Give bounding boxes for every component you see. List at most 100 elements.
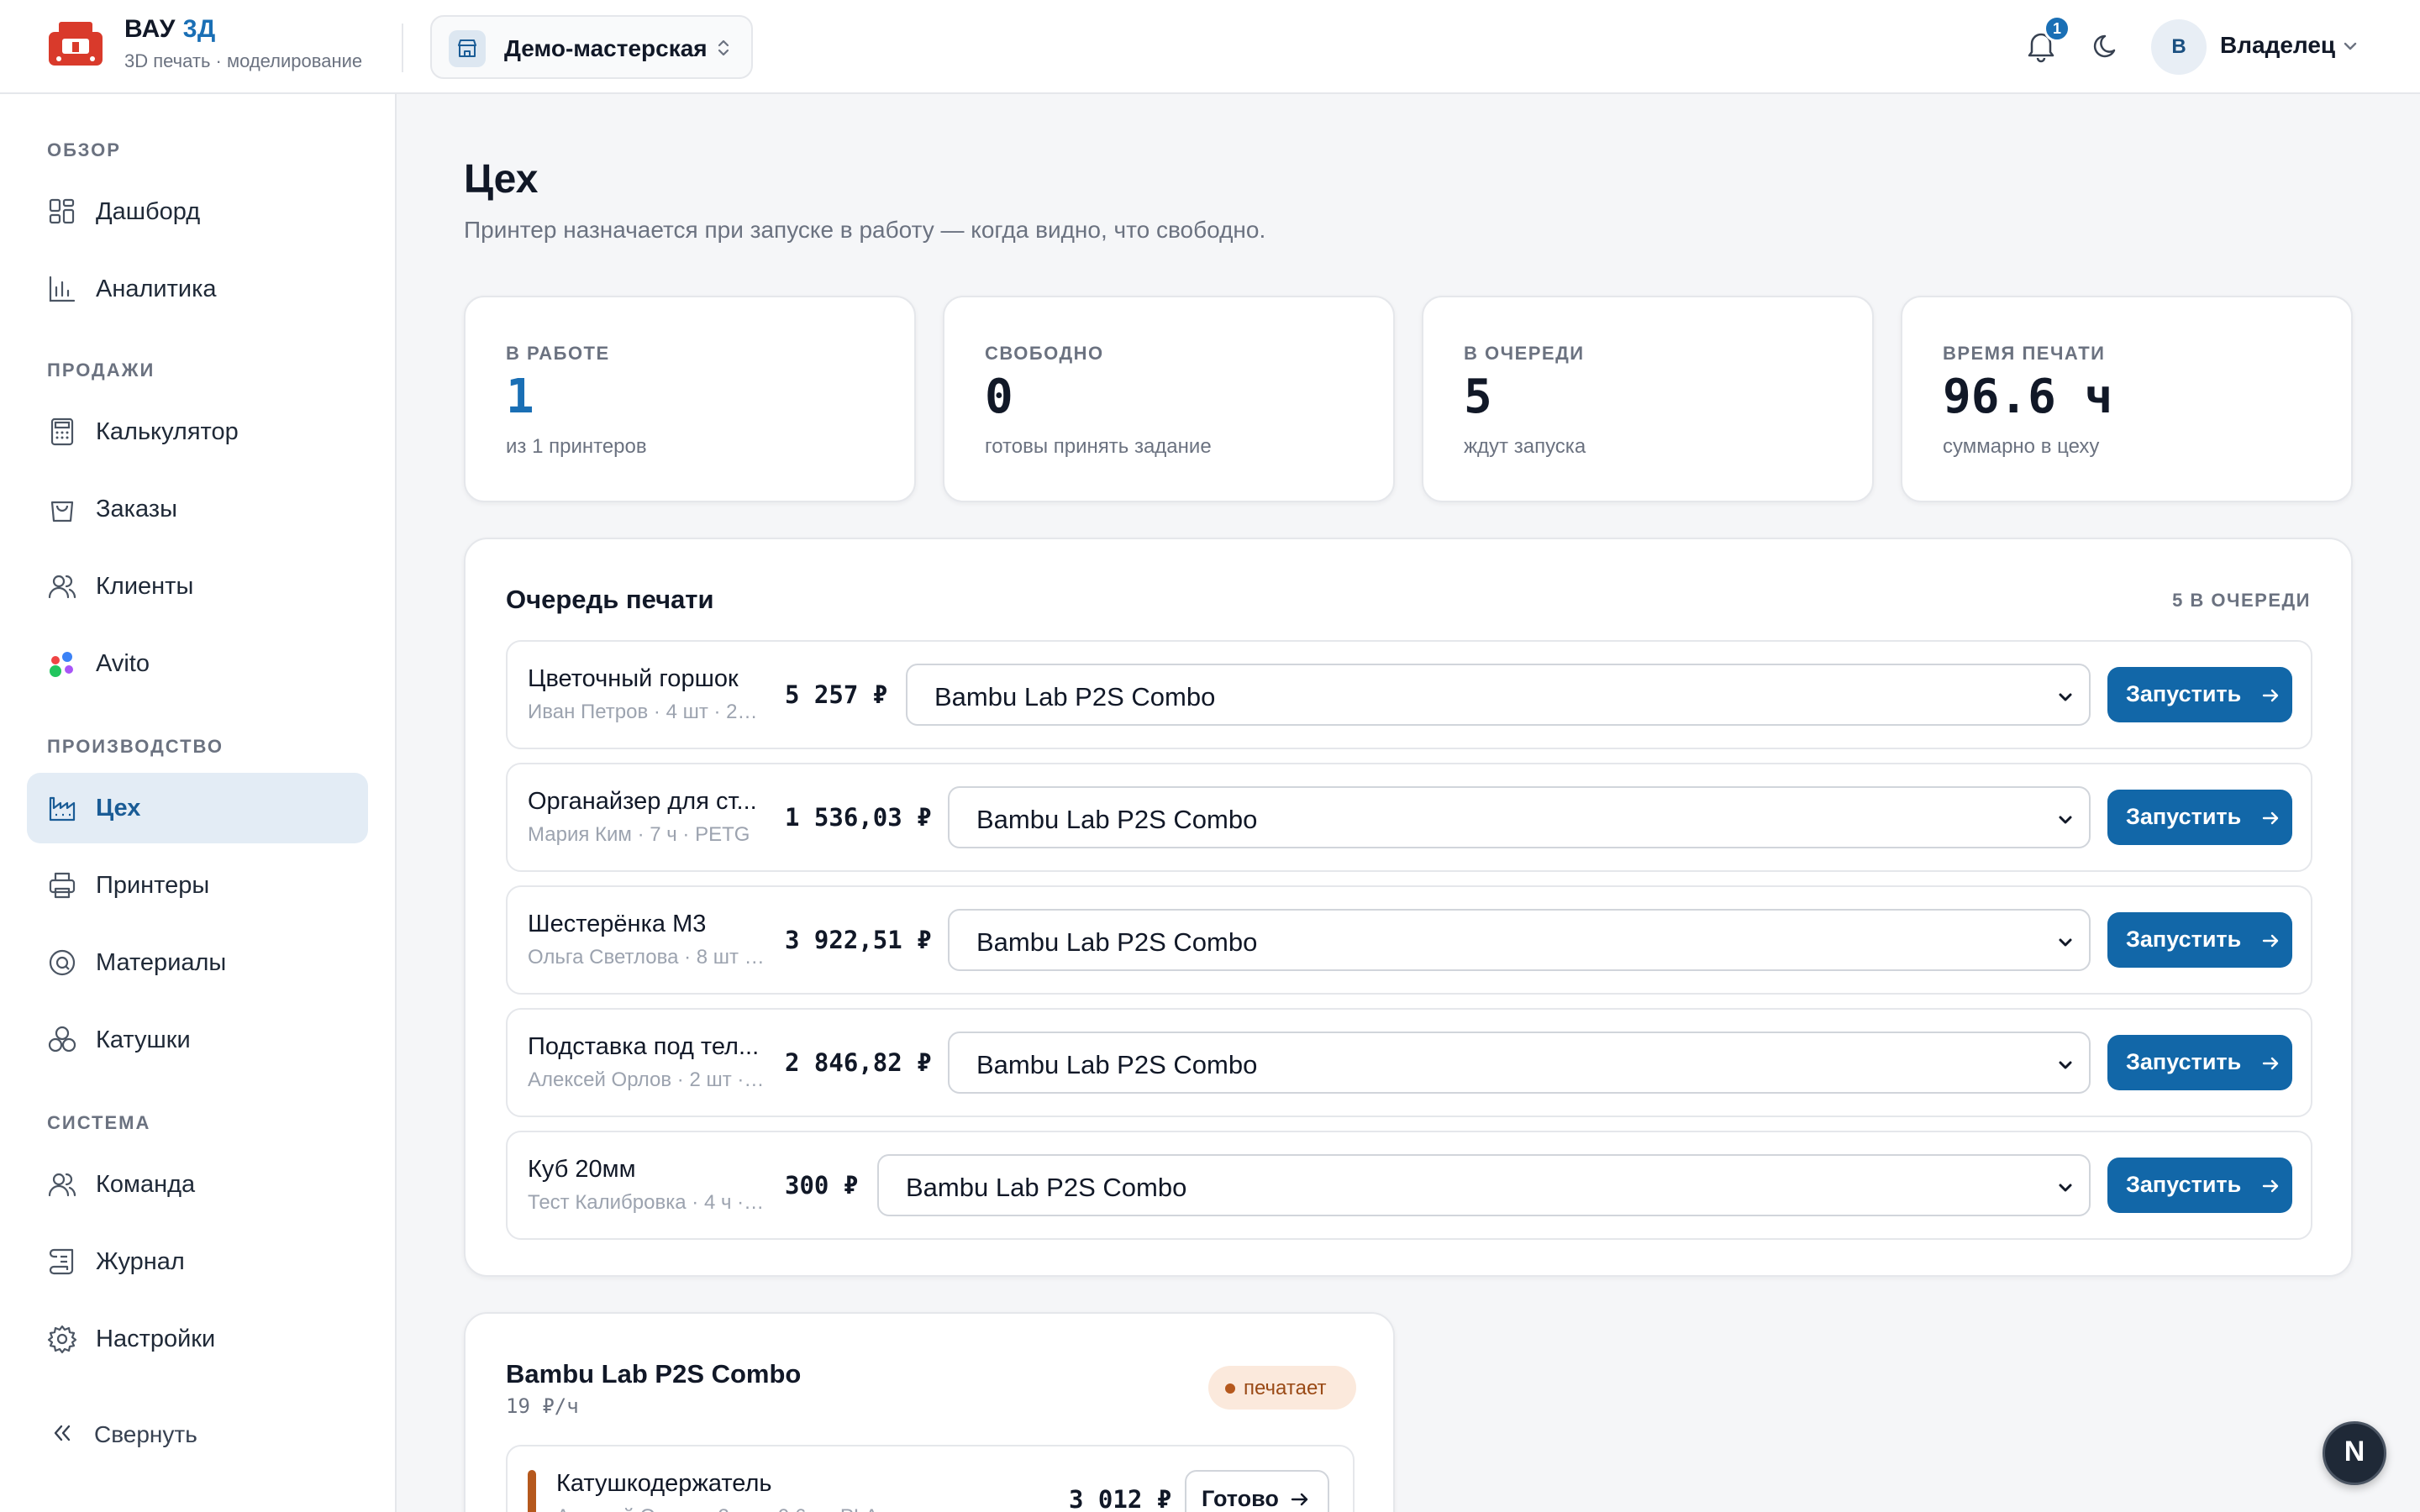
job-progress-bar <box>528 1470 536 1512</box>
sidebar-item-spools[interactable]: Катушки <box>27 1005 368 1075</box>
job-price: 1 536,03 ₽ <box>785 803 932 832</box>
stat-label: ВРЕМЯ ПЕЧАТИ <box>1943 343 2106 364</box>
sidebar-item-label: Журнал <box>96 1248 185 1275</box>
job-meta: Иван Петров · 4 шт · 26 ... <box>528 701 765 723</box>
logo-icon[interactable] <box>47 20 104 71</box>
launch-button[interactable]: Запустить <box>2107 790 2292 845</box>
sidebar-item-dashboard[interactable]: Дашборд <box>27 176 368 247</box>
avatar[interactable]: В <box>2151 19 2207 75</box>
launch-label: Запустить <box>2126 681 2242 706</box>
sidebar-item-materials[interactable]: Материалы <box>27 927 368 998</box>
stat-value: 96.6 ч <box>1943 370 2113 424</box>
queue-title: Очередь печати <box>506 585 714 614</box>
moon-icon[interactable] <box>2089 29 2124 64</box>
sidebar-item-calculator[interactable]: Калькулятор <box>27 396 368 467</box>
job-meta: Мария Ким · 7 ч · PETG <box>528 823 750 846</box>
printer-select[interactable]: Bambu Lab P2S Combo <box>948 1032 2091 1094</box>
launch-label: Запустить <box>2126 1172 2242 1197</box>
sidebar-item-label: Цех <box>96 795 141 822</box>
printer-name: Bambu Lab P2S Combo <box>506 1359 802 1389</box>
avito-icon <box>45 647 79 680</box>
stat-sub: из 1 принтеров <box>506 435 647 458</box>
printer-select[interactable]: Bambu Lab P2S Combo <box>948 786 2091 848</box>
page-subtitle: Принтер назначается при запуске в работу… <box>464 217 1266 243</box>
job-meta: Тест Калибровка · 4 ч · ... <box>528 1191 765 1214</box>
dev-tools-button[interactable]: N <box>2323 1421 2386 1485</box>
printer-select[interactable]: Bambu Lab P2S Combo <box>877 1154 2091 1216</box>
stat-label: СВОБОДНО <box>985 343 1104 364</box>
launch-label: Запустить <box>2126 927 2242 952</box>
job-name: Куб 20мм <box>528 1156 636 1183</box>
launch-button[interactable]: Запустить <box>2107 667 2292 722</box>
job-price: 2 846,82 ₽ <box>785 1048 932 1077</box>
page-title: Цех <box>464 157 539 202</box>
sidebar-item-clients[interactable]: Клиенты <box>27 551 368 622</box>
job-price: 5 257 ₽ <box>785 680 888 709</box>
sidebar-section-title: ПРОИЗВОДСТВО <box>47 736 224 757</box>
sidebar-item-analytics[interactable]: Аналитика <box>27 254 368 324</box>
fab-label: N <box>2344 1436 2365 1467</box>
team-icon <box>45 1168 79 1201</box>
sidebar-item-journal[interactable]: Журнал <box>27 1226 368 1297</box>
user-name[interactable]: Владелец <box>2220 32 2335 59</box>
sidebar-item-label: Материалы <box>96 949 227 976</box>
queue-row: Подставка под тел... Алексей Орлов · 2 ш… <box>506 1008 2312 1117</box>
sidebar: ОБЗОР Дашборд Аналитика ПРОДАЖИ Калькуля… <box>0 94 397 1512</box>
launch-label: Запустить <box>2126 1049 2242 1074</box>
printer-select[interactable]: Bambu Lab P2S Combo <box>906 664 2091 726</box>
chevrons-left-icon <box>47 1418 77 1448</box>
job-price: 300 ₽ <box>785 1171 859 1200</box>
brand-name: ВАУ 3Д <box>124 15 216 43</box>
header-divider <box>402 24 403 72</box>
sidebar-item-label: Калькулятор <box>96 418 239 445</box>
print-queue-card: Очередь печати 5 В ОЧЕРЕДИ Цветочный гор… <box>464 538 2353 1277</box>
printer-select-value: Bambu Lab P2S Combo <box>976 927 1258 957</box>
sidebar-item-label: Катушки <box>96 1026 191 1053</box>
queue-row: Куб 20мм Тест Калибровка · 4 ч · ... 300… <box>506 1131 2312 1240</box>
job-meta: Алексей Орлов · 2 шт · 9.6 ч · PLA <box>556 1505 878 1512</box>
sidebar-item-label: Клиенты <box>96 573 194 600</box>
printer-rate: 19 ₽/ч <box>506 1394 579 1418</box>
sidebar-item-avito[interactable]: Avito <box>27 628 368 699</box>
queue-row: Шестерёнка М3 Ольга Светлова · 8 шт · ..… <box>506 885 2312 995</box>
job-name: Катушкодержатель <box>556 1470 772 1497</box>
collapse-label: Свернуть <box>94 1421 197 1447</box>
stat-card-free: СВОБОДНО 0 готовы принять задание <box>943 296 1395 502</box>
queue-row: Цветочный горшок Иван Петров · 4 шт · 26… <box>506 640 2312 749</box>
printer-icon <box>45 869 79 902</box>
status-dot <box>1225 1383 1235 1394</box>
stat-sub: суммарно в цеху <box>1943 435 2100 458</box>
job-price: 3 922,51 ₽ <box>785 926 932 954</box>
sidebar-item-label: Настройки <box>96 1326 216 1352</box>
sidebar-item-orders[interactable]: Заказы <box>27 474 368 544</box>
scroll-icon <box>45 1245 79 1278</box>
launch-button[interactable]: Запустить <box>2107 1035 2292 1090</box>
sidebar-item-label: Принтеры <box>96 872 210 899</box>
stat-value: 5 <box>1464 370 1492 424</box>
workspace-switcher[interactable]: Демо-мастерская <box>430 15 753 79</box>
store-icon <box>449 30 486 67</box>
printer-select[interactable]: Bambu Lab P2S Combo <box>948 909 2091 971</box>
sidebar-item-label: Команда <box>96 1171 196 1198</box>
launch-button[interactable]: Запустить <box>2107 912 2292 968</box>
shopping-bag-icon <box>45 492 79 526</box>
status-label: печатает <box>1244 1377 1327 1399</box>
sidebar-section-title: ОБЗОР <box>47 139 121 160</box>
launch-button[interactable]: Запустить <box>2107 1158 2292 1213</box>
top-bar: ВАУ 3Д 3D печать · моделирование Демо-ма… <box>0 0 2420 94</box>
factory-icon <box>45 791 79 825</box>
sidebar-item-label: Заказы <box>96 496 177 522</box>
sidebar-item-team[interactable]: Команда <box>27 1149 368 1220</box>
sidebar-item-label: Avito <box>96 650 150 677</box>
status-badge: печатает <box>1208 1366 1356 1410</box>
chevron-down-icon[interactable] <box>2338 34 2363 59</box>
sidebar-item-settings[interactable]: Настройки <box>27 1304 368 1374</box>
chevron-down-icon <box>2054 808 2077 832</box>
spools-icon <box>45 1023 79 1057</box>
printer-select-value: Bambu Lab P2S Combo <box>976 805 1258 834</box>
done-button[interactable]: Готово <box>1185 1470 1329 1512</box>
arrow-right-icon <box>2260 685 2281 706</box>
notification-badge: 1 <box>2044 15 2070 42</box>
sidebar-item-workshop[interactable]: Цех <box>27 773 368 843</box>
sidebar-item-printers[interactable]: Принтеры <box>27 850 368 921</box>
